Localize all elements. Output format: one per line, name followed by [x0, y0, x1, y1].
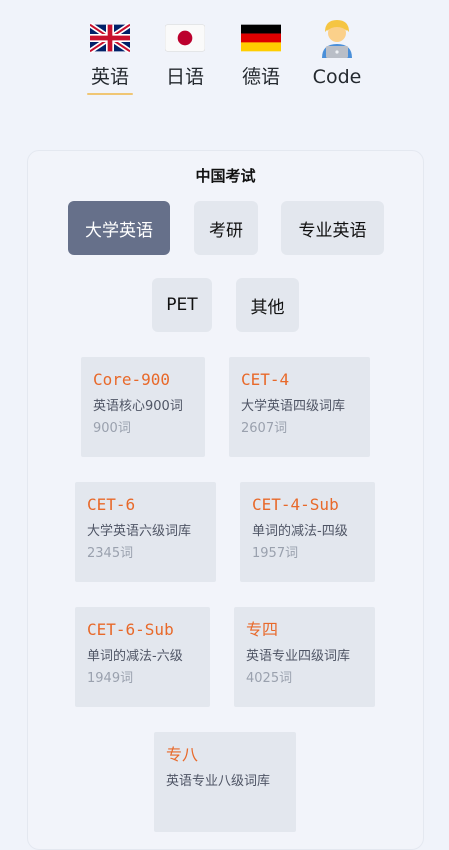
book-code: CET-6	[87, 495, 136, 514]
book-code: Core-900	[93, 370, 171, 389]
japan-flag-icon	[165, 18, 205, 58]
book-description: 单词的减法-六级	[87, 649, 183, 664]
germany-flag-icon	[241, 18, 281, 58]
tab-english[interactable]: 英语	[78, 18, 142, 98]
language-tab-bar: 英语 日语 德语 Code	[0, 18, 449, 98]
category-other[interactable]: 其他	[236, 278, 299, 332]
book-word-count: 900词	[93, 421, 131, 436]
book-card-cet-4-sub[interactable]: CET-4-Sub 单词的减法-四级 1957词	[240, 482, 375, 582]
book-word-count: 1949词	[87, 671, 134, 686]
book-card-tem-8[interactable]: 专八 英语专业八级词库	[154, 732, 296, 832]
exam-section-card: 中国考试 大学英语 考研 专业英语 PET 其他 Core-900 英语核心90…	[27, 150, 424, 850]
book-description: 大学英语四级词库	[241, 399, 346, 414]
tab-japanese-label: 日语	[165, 66, 204, 88]
category-pet[interactable]: PET	[152, 278, 212, 332]
book-description: 英语核心900词	[93, 399, 183, 414]
book-code: 专四	[246, 620, 279, 639]
book-description: 英语专业四级词库	[246, 649, 351, 664]
book-card-cet-6-sub[interactable]: CET-6-Sub 单词的减法-六级 1949词	[75, 607, 210, 707]
book-word-count: 1957词	[252, 546, 299, 561]
book-description: 单词的减法-四级	[252, 524, 348, 539]
book-word-count: 4025词	[246, 671, 293, 686]
book-card-tem-4[interactable]: 专四 英语专业四级词库 4025词	[234, 607, 375, 707]
book-card-cet-4[interactable]: CET-4 大学英语四级词库 2607词	[229, 357, 370, 457]
tab-code[interactable]: Code	[305, 18, 369, 98]
section-title: 中国考试	[195, 167, 256, 185]
category-college-english[interactable]: 大学英语	[68, 201, 170, 255]
developer-emoji-icon	[317, 18, 357, 58]
book-code: CET-4	[241, 370, 290, 389]
category-professional-english[interactable]: 专业英语	[281, 201, 384, 255]
tab-english-label: 英语	[90, 66, 129, 88]
category-postgraduate[interactable]: 考研	[194, 201, 258, 255]
book-code: CET-6-Sub	[87, 620, 174, 639]
book-description: 大学英语六级词库	[87, 524, 192, 539]
tab-code-label: Code	[312, 66, 362, 88]
tab-german[interactable]: 德语	[229, 18, 293, 98]
tab-japanese[interactable]: 日语	[153, 18, 217, 98]
book-description: 英语专业八级词库	[166, 774, 271, 789]
book-card-cet-6[interactable]: CET-6 大学英语六级词库 2345词	[75, 482, 216, 582]
uk-flag-icon	[90, 18, 130, 58]
tab-german-label: 德语	[241, 66, 280, 88]
book-code: CET-4-Sub	[252, 495, 339, 514]
book-word-count: 2345词	[87, 546, 134, 561]
book-word-count: 2607词	[241, 421, 288, 436]
book-code: 专八	[166, 745, 199, 764]
book-card-core-900[interactable]: Core-900 英语核心900词 900词	[81, 357, 205, 457]
selected-tab-indicator	[87, 93, 133, 95]
